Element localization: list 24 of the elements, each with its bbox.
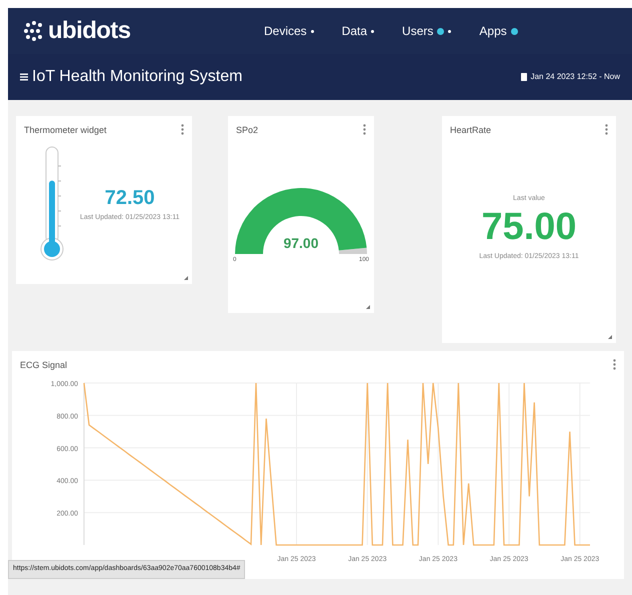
nav-link[interactable]: Users bbox=[402, 22, 452, 40]
dashboard-title: IoT Health Monitoring System bbox=[32, 67, 242, 87]
more-options-icon[interactable] bbox=[605, 124, 608, 135]
menu-icon[interactable] bbox=[20, 73, 28, 81]
widget-title: ECG Signal bbox=[20, 359, 68, 372]
resize-handle-icon[interactable] bbox=[184, 276, 188, 280]
heart-rate-value: 75.00 bbox=[481, 205, 577, 250]
nav-link[interactable]: Apps bbox=[479, 22, 518, 40]
date-range-button[interactable]: Jan 24 2023 12:52 - Now bbox=[520, 71, 620, 83]
more-options-icon[interactable] bbox=[181, 124, 184, 135]
brand-name: ubidots bbox=[48, 16, 130, 46]
resize-handle-icon[interactable] bbox=[608, 335, 612, 339]
widget-title: SPo2 bbox=[236, 124, 258, 137]
logo-icon bbox=[24, 21, 44, 41]
resize-handle-icon[interactable] bbox=[366, 305, 370, 309]
nav-link[interactable]: Data bbox=[342, 22, 374, 40]
temperature-value: 72.50 bbox=[104, 186, 155, 212]
gauge-value: 97.00 bbox=[282, 234, 320, 252]
more-options-icon[interactable] bbox=[613, 359, 616, 370]
calendar-icon bbox=[520, 73, 527, 81]
widget-title: Thermometer widget bbox=[24, 124, 107, 137]
widget-title: HeartRate bbox=[450, 124, 492, 137]
more-options-icon[interactable] bbox=[363, 124, 366, 135]
nav-link[interactable]: Devices bbox=[264, 22, 314, 40]
